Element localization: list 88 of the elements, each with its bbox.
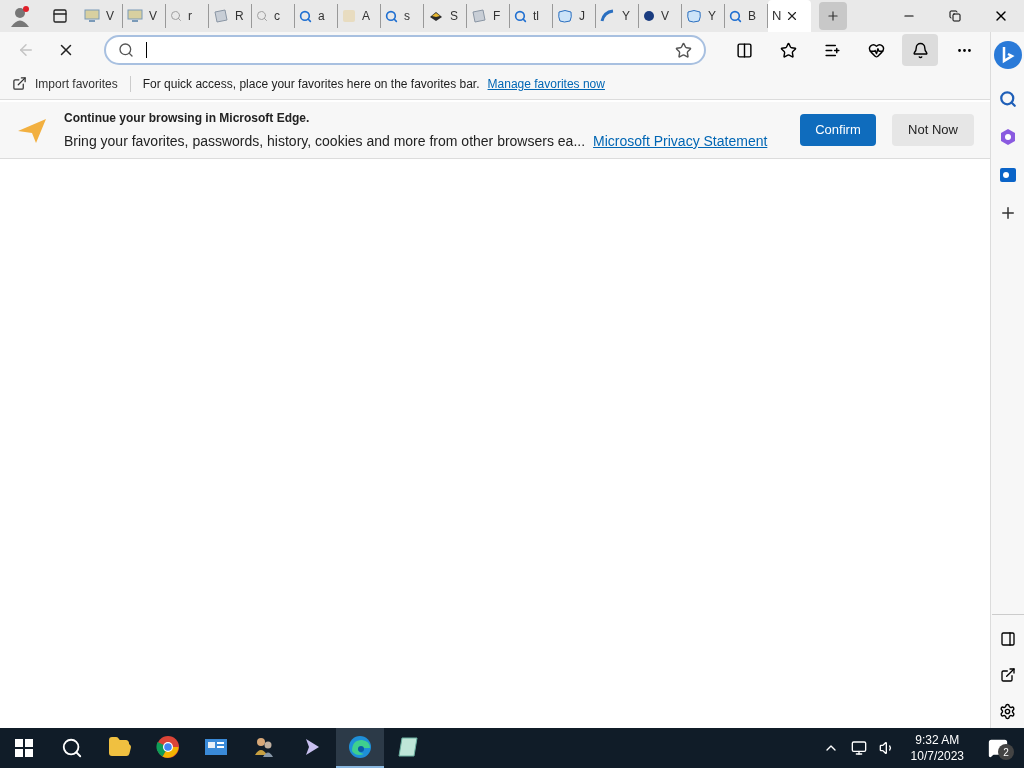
network-icon[interactable] bbox=[850, 740, 867, 756]
tab-label: R bbox=[235, 8, 244, 25]
browser-tab[interactable]: s bbox=[381, 4, 424, 28]
tab-label: s bbox=[404, 8, 410, 25]
search-icon bbox=[118, 42, 134, 58]
panel-icon bbox=[204, 737, 228, 757]
confirm-button[interactable]: Confirm bbox=[800, 114, 876, 146]
arc-icon bbox=[600, 9, 616, 23]
tab-actions-icon[interactable] bbox=[52, 8, 68, 24]
import-favorites[interactable]: Import favorites bbox=[35, 74, 118, 93]
edge-icon bbox=[348, 735, 372, 759]
clock-time: 9:32 AM bbox=[915, 732, 960, 748]
tab-label: tl bbox=[533, 8, 539, 25]
search-icon bbox=[385, 9, 398, 23]
tab-label: c bbox=[274, 8, 280, 25]
browser-tab[interactable]: A bbox=[338, 4, 381, 28]
not-now-button[interactable]: Not Now bbox=[892, 114, 974, 146]
blob-icon bbox=[686, 9, 702, 23]
search-icon bbox=[170, 10, 182, 22]
browser-tab[interactable]: a bbox=[295, 4, 338, 28]
tab-label: V bbox=[149, 8, 157, 25]
manage-favorites-link[interactable]: Manage favorites now bbox=[487, 74, 605, 93]
monitor-icon bbox=[84, 9, 100, 23]
notification-icon[interactable] bbox=[911, 41, 929, 59]
folder-icon bbox=[108, 735, 132, 759]
browser-tab[interactable]: r bbox=[166, 4, 209, 28]
settings-icon[interactable] bbox=[999, 703, 1016, 720]
infobar-title: Continue your browsing in Microsoft Edge. bbox=[64, 109, 311, 127]
tab-label: Y bbox=[622, 8, 630, 25]
search-icon bbox=[299, 9, 312, 23]
star-icon[interactable] bbox=[675, 41, 692, 59]
taskbar-app[interactable] bbox=[336, 728, 384, 768]
browser-tab[interactable]: Y bbox=[596, 4, 639, 28]
tab-label: V bbox=[106, 8, 114, 25]
restore-icon bbox=[949, 10, 961, 22]
square-icon bbox=[342, 9, 356, 23]
tab-label: A bbox=[362, 8, 370, 25]
browser-tab[interactable]: V bbox=[80, 4, 123, 28]
panel-icon[interactable] bbox=[999, 631, 1016, 647]
browser-tab[interactable]: F bbox=[467, 4, 510, 28]
tab-label: J bbox=[579, 8, 585, 25]
browser-tab[interactable]: V bbox=[123, 4, 166, 28]
tab-label: a bbox=[318, 8, 325, 25]
browser-tab[interactable]: J bbox=[553, 4, 596, 28]
people-icon bbox=[252, 735, 276, 759]
browser-tab[interactable]: c bbox=[252, 4, 295, 28]
browser-tab[interactable]: S bbox=[424, 4, 467, 28]
profile-icon[interactable] bbox=[9, 5, 31, 27]
privacy-link[interactable]: Microsoft Privacy Statement bbox=[593, 130, 768, 152]
notification-count: 2 bbox=[998, 744, 1014, 760]
search-icon bbox=[256, 10, 268, 22]
blob-icon bbox=[557, 9, 573, 23]
health-icon[interactable] bbox=[867, 41, 885, 59]
browser-tab[interactable]: N bbox=[768, 0, 811, 32]
tab-label: S bbox=[450, 8, 458, 25]
circle-icon bbox=[643, 10, 655, 22]
hexagon-icon[interactable] bbox=[998, 128, 1017, 146]
favorites-icon[interactable] bbox=[779, 41, 797, 59]
open-external-icon[interactable] bbox=[999, 667, 1016, 683]
split-screen-icon[interactable] bbox=[735, 41, 753, 59]
bing-icon[interactable] bbox=[992, 40, 1023, 70]
search-icon bbox=[514, 9, 527, 23]
page-icon bbox=[471, 9, 487, 23]
pointer-icon bbox=[304, 738, 320, 756]
cube-icon bbox=[428, 9, 444, 23]
browser-tab[interactable]: R bbox=[209, 4, 252, 28]
infobar-message: Bring your favorites, passwords, history, cookies and more from other browsers ea... bbox=[64, 131, 586, 151]
browser-tab[interactable]: Y bbox=[682, 4, 725, 28]
monitor-icon bbox=[127, 9, 143, 23]
notepad-icon bbox=[396, 735, 420, 759]
tab-label: B bbox=[748, 8, 756, 25]
new-tab-button[interactable] bbox=[819, 2, 847, 30]
search-icon bbox=[729, 9, 742, 23]
import-icon bbox=[12, 76, 27, 91]
tab-label: V bbox=[661, 8, 669, 25]
browser-tab[interactable]: V bbox=[639, 4, 682, 28]
tab-label: r bbox=[188, 8, 192, 25]
tab-label: N bbox=[772, 7, 782, 26]
plus-icon bbox=[826, 9, 840, 23]
browser-tab[interactable]: tl bbox=[510, 4, 553, 28]
clock-date: 10/7/2023 bbox=[910, 748, 964, 764]
chrome-icon bbox=[156, 735, 180, 759]
tab-label: F bbox=[493, 8, 501, 25]
tab-label: Y bbox=[708, 8, 716, 25]
search-icon[interactable] bbox=[61, 737, 83, 759]
page-icon bbox=[213, 9, 229, 23]
favorites-hint: For quick access, place your favorites here on the favorites bar. bbox=[142, 75, 480, 93]
windows-start-icon[interactable] bbox=[15, 739, 33, 757]
